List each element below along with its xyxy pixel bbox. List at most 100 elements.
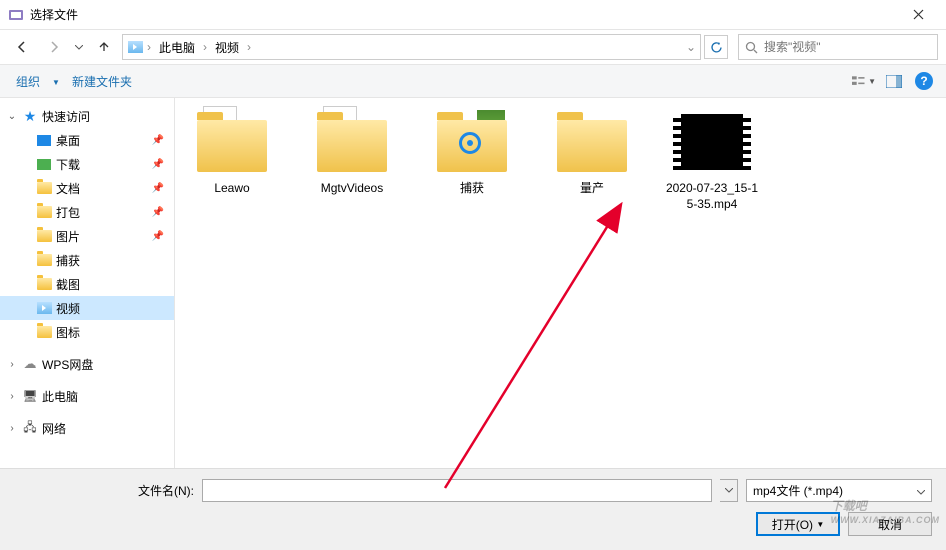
sidebar-item-6[interactable]: 截图	[0, 272, 174, 296]
chevron-right-icon: ›	[147, 40, 151, 54]
cancel-button[interactable]: 取消	[848, 512, 932, 536]
sidebar-item-label: 文档	[56, 180, 80, 197]
sidebar-item-label: 视频	[56, 300, 80, 317]
pin-icon: 📌	[152, 207, 164, 218]
item-label: 2020-07-23_15-15-35.mp4	[663, 180, 761, 212]
sidebar-item-2[interactable]: 文档📌	[0, 176, 174, 200]
file-item-1[interactable]: MgtvVideos	[303, 112, 401, 212]
back-button[interactable]	[8, 34, 36, 60]
sidebar-item-4[interactable]: 图片 📌	[0, 224, 174, 248]
pc-icon: 🖥	[22, 388, 38, 404]
search-icon	[745, 41, 758, 54]
sidebar-item-label: 截图	[56, 276, 80, 293]
toolbar: 组织 ▼ 新建文件夹 ▼ ?	[0, 64, 946, 98]
file-item-3[interactable]: 量产	[543, 112, 641, 212]
annotation-arrow	[425, 188, 645, 498]
file-list[interactable]: Leawo MgtvVideos 捕获 量产 2020-07-23_15-15-35.m…	[175, 98, 946, 468]
file-type-filter[interactable]: mp4文件 (*.mp4)	[746, 479, 932, 502]
navbar: › 此电脑 › 视频 › ⌄	[0, 30, 946, 64]
address-bar[interactable]: › 此电脑 › 视频 › ⌄	[122, 34, 701, 60]
sidebar-item-label: 下载	[56, 156, 80, 173]
folder-icon	[36, 324, 52, 340]
sidebar-item-5[interactable]: 捕获	[0, 248, 174, 272]
video-icon	[36, 300, 52, 316]
green-icon	[36, 156, 52, 172]
filename-dropdown[interactable]	[720, 479, 738, 502]
item-thumb	[553, 112, 631, 174]
expand-icon[interactable]: ›	[6, 423, 18, 434]
network-icon: 🖧	[22, 420, 38, 436]
filename-label: 文件名(N):	[14, 482, 194, 499]
collapse-icon[interactable]: ⌄	[6, 111, 18, 122]
expand-icon[interactable]: ›	[6, 359, 18, 370]
organize-button[interactable]: 组织	[10, 69, 46, 94]
sidebar-item-label: 捕获	[56, 252, 80, 269]
view-options-button[interactable]: ▼	[852, 69, 876, 93]
sidebar-item-label: 图标	[56, 324, 80, 341]
chevron-right-icon: ›	[203, 40, 207, 54]
sidebar-item-label: 图片	[56, 228, 80, 245]
cloud-icon: ☁	[22, 356, 38, 372]
new-folder-button[interactable]: 新建文件夹	[66, 69, 138, 94]
filter-label: mp4文件 (*.mp4)	[753, 482, 843, 499]
window-title: 选择文件	[30, 6, 898, 23]
item-label: Leawo	[214, 180, 249, 196]
sidebar-item-label: 快速访问	[42, 108, 90, 125]
sidebar-item-label: 打包	[56, 204, 80, 221]
breadcrumb-pc[interactable]: 此电脑	[155, 37, 199, 58]
sidebar-item-label: 网络	[42, 420, 66, 437]
sidebar-item-0[interactable]: 桌面📌	[0, 128, 174, 152]
sidebar-item-label: WPS网盘	[42, 356, 93, 373]
titlebar: 选择文件	[0, 0, 946, 30]
split-dropdown-icon: ▼	[816, 520, 824, 529]
help-button[interactable]: ?	[912, 69, 936, 93]
history-dropdown[interactable]	[72, 45, 86, 50]
item-label: MgtvVideos	[321, 180, 383, 196]
folder-icon	[36, 204, 52, 220]
item-thumb	[433, 112, 511, 174]
sidebar-wps[interactable]: › ☁ WPS网盘	[0, 352, 174, 376]
close-button[interactable]	[898, 0, 938, 30]
sidebar-item-3[interactable]: 打包 📌	[0, 200, 174, 224]
breadcrumb-videos[interactable]: 视频	[211, 37, 243, 58]
folder-icon	[36, 252, 52, 268]
sidebar-network[interactable]: › 🖧 网络	[0, 416, 174, 440]
star-icon: ★	[22, 108, 38, 124]
sidebar-item-label: 此电脑	[42, 388, 78, 405]
forward-button[interactable]	[40, 34, 68, 60]
search-input[interactable]	[764, 40, 931, 54]
sidebar-item-label: 桌面	[56, 132, 80, 149]
chevron-down-icon	[917, 484, 925, 498]
file-item-4[interactable]: 2020-07-23_15-15-35.mp4	[663, 112, 761, 212]
sidebar: ⌄ ★ 快速访问 桌面📌 下载 📌 文档📌 打包 📌 图片 📌 捕获截图视频图标 › ☁ WPS…	[0, 98, 175, 468]
organize-dropdown-icon[interactable]: ▼	[52, 78, 60, 87]
filename-input[interactable]	[202, 479, 712, 502]
item-label: 量产	[580, 180, 604, 196]
file-item-0[interactable]: Leawo	[183, 112, 281, 212]
refresh-button[interactable]	[704, 35, 728, 59]
folder-icon	[36, 276, 52, 292]
search-box[interactable]	[738, 34, 938, 60]
address-dropdown[interactable]: ⌄	[686, 40, 696, 54]
preview-pane-button[interactable]	[882, 69, 906, 93]
sidebar-quick-access[interactable]: ⌄ ★ 快速访问	[0, 104, 174, 128]
pin-icon: 📌	[152, 231, 164, 242]
file-item-2[interactable]: 捕获	[423, 112, 521, 212]
folder-icon	[36, 228, 52, 244]
item-thumb	[313, 112, 391, 174]
help-icon: ?	[915, 72, 933, 90]
blue-icon	[36, 132, 52, 148]
sidebar-item-1[interactable]: 下载 📌	[0, 152, 174, 176]
open-button[interactable]: 打开(O) ▼	[756, 512, 840, 536]
sidebar-item-8[interactable]: 图标	[0, 320, 174, 344]
item-thumb	[193, 112, 271, 174]
app-icon	[8, 7, 24, 23]
sidebar-this-pc[interactable]: › 🖥 此电脑	[0, 384, 174, 408]
chevron-right-icon: ›	[247, 40, 251, 54]
expand-icon[interactable]: ›	[6, 391, 18, 402]
up-button[interactable]	[90, 34, 118, 60]
sidebar-item-7[interactable]: 视频	[0, 296, 174, 320]
item-label: 捕获	[460, 180, 484, 196]
pin-icon: 📌	[152, 159, 164, 170]
dialog-footer: 文件名(N): mp4文件 (*.mp4) 打开(O) ▼ 取消	[0, 468, 946, 550]
